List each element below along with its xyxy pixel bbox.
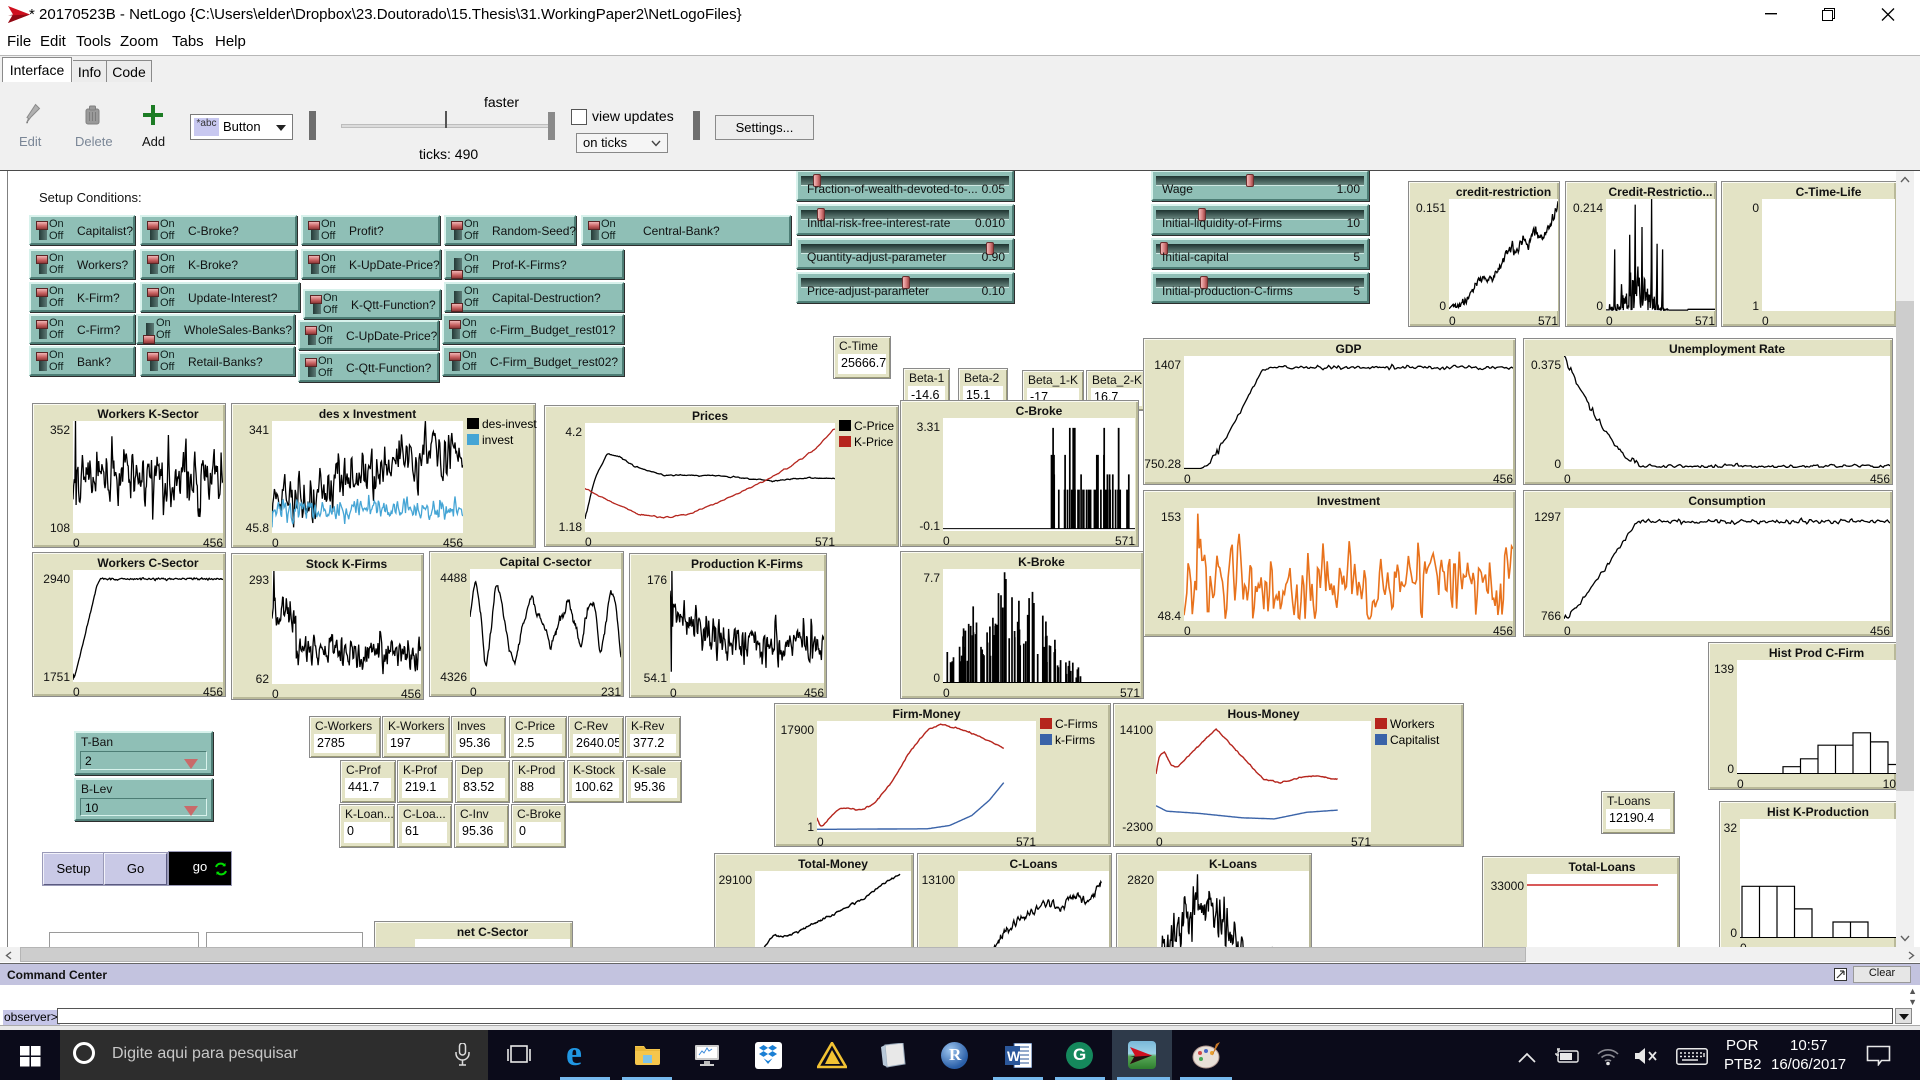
svg-text:W: W: [1007, 1048, 1021, 1064]
